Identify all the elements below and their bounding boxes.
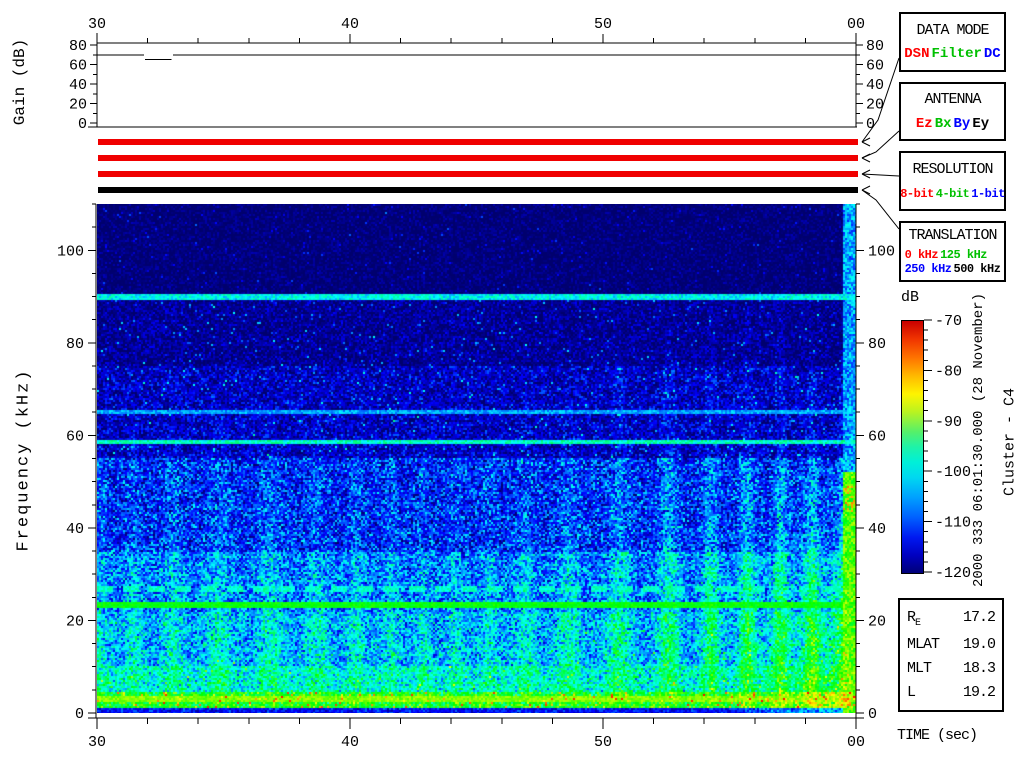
callout-arrows [861,57,900,230]
callout-value-row: Ez Bx By Ey [915,116,990,132]
tick-label: 20 [866,97,884,114]
tick-label: 60 [868,428,886,445]
tick-label: 0 [78,116,87,133]
callout-value: Bx [934,115,952,132]
ephemeris-label: RE [907,609,921,629]
tick-label: 80 [866,38,884,55]
tick-label: -110 [935,515,971,532]
timestamp-annotation: 2000 333 06:01:30.000 (28 November) [971,292,987,588]
callout-value: Ey [972,115,990,132]
resolution-title: RESOLUTION [912,161,993,179]
tick-label: 40 [66,521,84,538]
tick-label: 0 [866,116,875,133]
callout-value: Ez [915,115,933,132]
callout-value: 500 kHz [953,262,1001,276]
tick-label: 00 [847,734,865,751]
ephemeris-value: 17.2 [962,609,996,626]
frequency-axis-label: Frequency (kHz) [14,368,34,552]
tick-label: 30 [88,734,106,751]
tick-label: 50 [594,734,612,751]
ephemeris-value: 18.3 [962,660,996,677]
ephemeris-value: 19.2 [962,684,996,701]
resolution-values: 8-bit 4-bit 1-bit [899,187,1006,201]
wbd-spectrogram-display: 30 40 50 00 80 80 60 60 40 40 20 20 0 0 100 100 80 80 60 60… [0,0,1024,768]
callout-value-row: DSN Filter DC [903,46,1001,62]
callout-value: DSN [904,46,930,63]
callout-value-row: 8-bit 4-bit 1-bit [899,187,1006,201]
callout-value: 250 kHz [904,262,952,276]
callout-value: 0 kHz [904,248,939,262]
data-mode-title: DATA MODE [916,21,989,39]
tick-label: 0 [75,706,84,723]
callout-value: 1-bit [971,186,1005,201]
tick-label: -90 [935,414,962,431]
tick-label: 80 [66,336,84,353]
tick-label: -100 [935,464,971,481]
ephemeris-row: L 19.2 [907,684,996,701]
tick-label: 20 [66,613,84,630]
tick-label: 80 [868,336,886,353]
tick-label: 60 [866,58,884,75]
translation-bar [98,187,858,193]
tick-label: 100 [868,243,895,260]
data-mode-box: DATA MODE DSN Filter DC [899,12,1006,72]
colorbar-axis: -70 -80 -90 -100 -110 -120 [924,313,971,582]
tick-label: 40 [866,77,884,94]
gain-trace [97,54,856,61]
callout-value-row: 250 kHz 500 kHz [904,262,1002,276]
antenna-values: Ez Bx By Ey [915,116,990,132]
translation-values: 0 kHz 125 kHz 250 kHz 500 kHz [904,248,1002,276]
callout-value: 4-bit [935,186,970,201]
tick-label: 40 [69,77,87,94]
time-axis-label: TIME (sec) [897,727,978,744]
spacecraft-annotation: Cluster - C4 [1001,387,1019,497]
tick-label: -80 [935,363,962,380]
tick-label: 00 [847,16,865,33]
ephemeris-label: MLT [907,660,932,677]
translation-title: TRANSLATION [908,227,997,244]
resolution-bar [98,171,858,177]
tick-label: 60 [66,428,84,445]
gain-axis-label: Gain (dB) [11,38,29,126]
tick-label: 20 [69,97,87,114]
gain-plot: 30 40 50 0080 8060 6040 4020 200 0 [69,16,884,133]
spectrogram-canvas [97,204,856,713]
resolution-box: RESOLUTION 8-bit 4-bit 1-bit [899,151,1006,211]
callout-value: DC [983,46,1001,63]
ephemeris-row: RE 17.2 [907,609,996,629]
antenna-bar [98,155,858,161]
callout-value-row: 0 kHz 125 kHz [904,248,1002,262]
antenna-title: ANTENNA [924,91,981,109]
translation-box: TRANSLATION 0 kHz 125 kHz 250 kHz 500 kHz [899,221,1006,282]
ephemeris-label: MLAT [907,636,940,653]
tick-label: -120 [935,565,971,582]
tick-label: 50 [594,16,612,33]
colorbar [901,320,924,574]
tick-label: 60 [69,58,87,75]
callout-value: By [953,115,971,132]
tick-label: 40 [868,521,886,538]
colorbar-unit-label: dB [901,289,920,306]
antenna-box: ANTENNA Ez Bx By Ey [899,82,1006,141]
tick-label: 40 [341,16,359,33]
ephemeris-row: MLAT 19.0 [907,636,996,653]
tick-label: 40 [341,734,359,751]
callout-value: 8-bit [900,186,934,201]
tick-label: 100 [57,243,84,260]
data-mode-values: DSN Filter DC [903,46,1001,62]
callout-value: Filter [931,46,982,63]
tick-label: -70 [935,313,962,330]
ephemeris-value: 19.0 [962,636,996,653]
ephemeris-box: RE 17.2 MLAT 19.0 MLT 18.3 L 19.2 [898,598,1004,712]
ephemeris-row: MLT 18.3 [907,660,996,677]
data-mode-bar [98,139,858,145]
tick-label: 20 [868,613,886,630]
tick-label: 80 [69,38,87,55]
tick-label: 0 [868,706,877,723]
callout-value: 125 kHz [940,248,988,262]
tick-label: 30 [88,16,106,33]
ephemeris-label: L [907,684,916,701]
